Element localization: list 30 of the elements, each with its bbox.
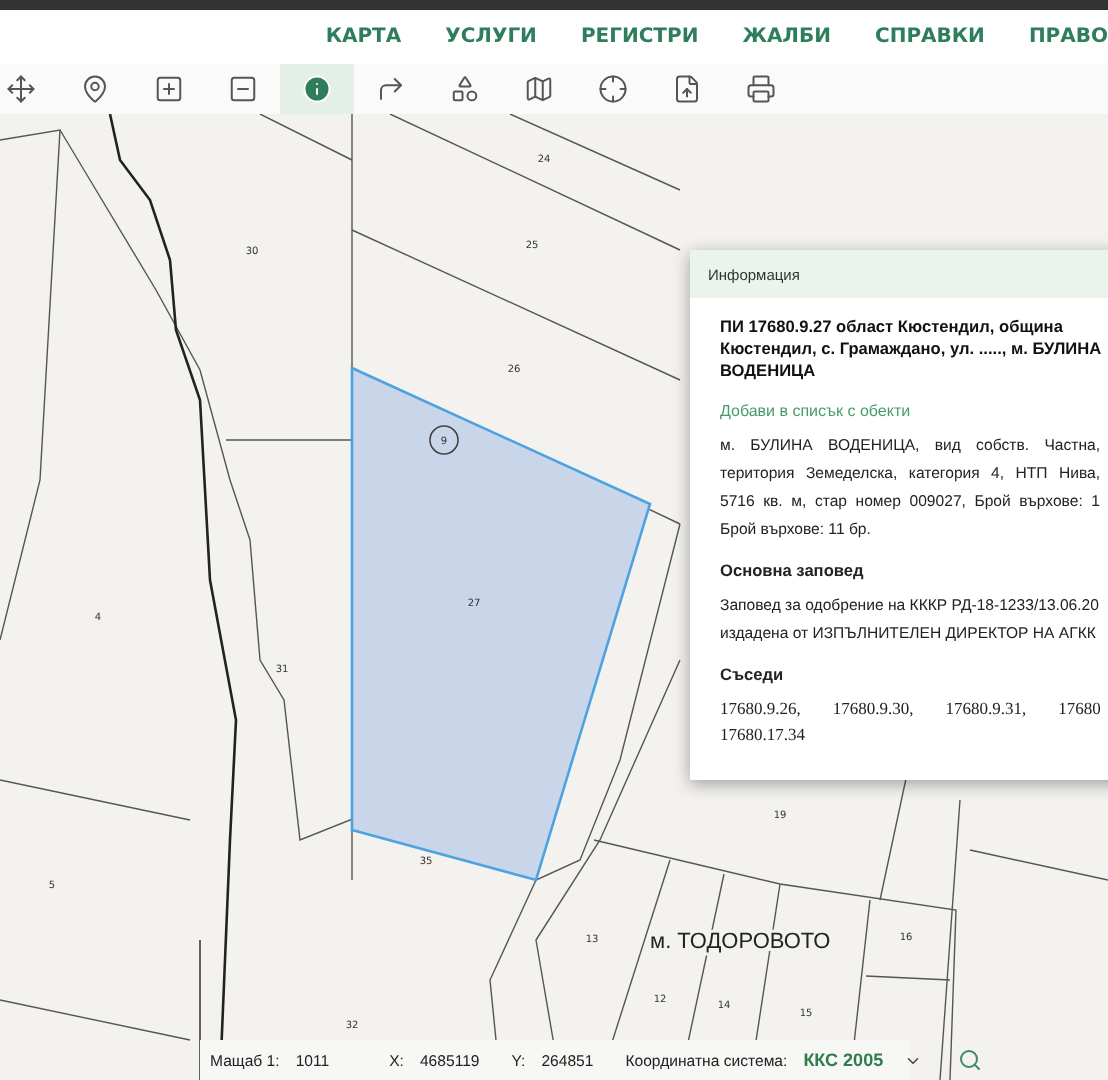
crs-dropdown[interactable]: ККС 2005	[803, 1050, 922, 1070]
point-marker-icon	[429, 425, 459, 455]
nav-link[interactable]: КАРТА	[325, 26, 402, 48]
square-minus-icon	[228, 74, 258, 104]
search-icon	[957, 1048, 982, 1072]
move-icon	[6, 74, 36, 104]
square-plus-icon	[154, 74, 184, 104]
shapes-icon	[450, 74, 480, 104]
neighbor-link[interactable]: 17680.9.26,	[720, 696, 801, 722]
corner-arrow-icon	[376, 74, 406, 104]
nav-link[interactable]: СПРАВКИ	[874, 26, 985, 48]
crosshair-icon	[598, 74, 628, 104]
pin-icon	[80, 74, 110, 104]
neighbor-link[interactable]: 17680.9.30,	[832, 696, 914, 722]
file-upload-icon	[672, 74, 702, 104]
info-icon	[302, 74, 332, 104]
neighbor-link[interactable]: 17680	[1058, 696, 1101, 722]
nav-link[interactable]: ПРАВО	[1028, 26, 1108, 48]
nav-link[interactable]: УСЛУГИ	[445, 26, 537, 48]
nav-link[interactable]: РЕГИСТРИ	[580, 26, 699, 48]
nav-link[interactable]: ЖАЛБИ	[742, 26, 831, 48]
parcel-heading: ПИ 17680.9.27 област Кюстендил, община Кюстендил, с. Грамаждано, ул. ....., м. БУЛИНА ВОДЕНИЦА	[720, 316, 1104, 382]
neighbor-link[interactable]: 17680.9.31,	[945, 696, 1027, 722]
section-title: Основна заповед	[720, 560, 866, 580]
add-to-list-link[interactable]: Добави в списък с обекти	[720, 402, 1100, 420]
tool-button[interactable]	[280, 64, 354, 114]
section-title: Съседи	[720, 664, 786, 684]
print-icon	[746, 74, 776, 104]
map-icon	[524, 74, 554, 104]
neighbor-link[interactable]: 17680.17.34	[720, 722, 805, 748]
